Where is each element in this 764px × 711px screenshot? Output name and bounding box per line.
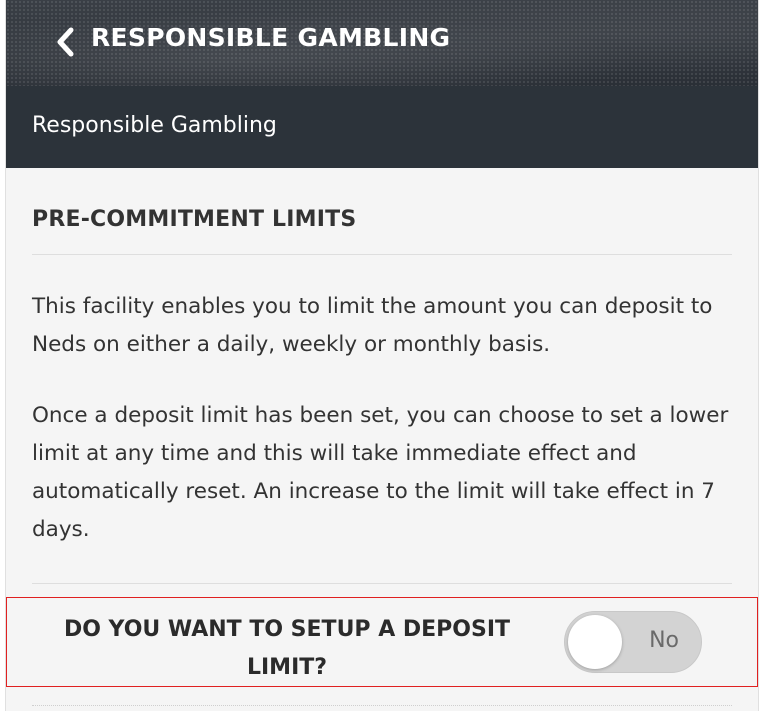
- description-paragraph-1: This facility enables you to limit the a…: [32, 294, 713, 357]
- divider: [32, 705, 732, 706]
- back-button[interactable]: [48, 24, 82, 60]
- section-header: Responsible Gambling: [6, 86, 758, 168]
- page-title: RESPONSIBLE GAMBLING: [91, 23, 451, 52]
- toggle-label: No: [649, 628, 679, 653]
- pre-commitment-title: PRE-COMMITMENT LIMITS: [32, 207, 357, 232]
- page-header: RESPONSIBLE GAMBLING: [6, 0, 758, 86]
- chevron-left-icon: [57, 27, 74, 57]
- deposit-limit-row: DO YOU WANT TO SETUP A DEPOSIT LIMIT? No: [6, 597, 758, 687]
- section-header-title: Responsible Gambling: [32, 113, 277, 138]
- description-paragraph-2: Once a deposit limit has been set, you c…: [32, 403, 729, 542]
- deposit-limit-question: DO YOU WANT TO SETUP A DEPOSIT LIMIT?: [63, 617, 511, 680]
- divider: [32, 254, 732, 255]
- page-frame: RESPONSIBLE GAMBLING Responsible Gamblin…: [5, 0, 759, 711]
- toggle-knob: [568, 615, 622, 669]
- deposit-limit-toggle[interactable]: No: [564, 611, 702, 673]
- divider: [32, 583, 732, 584]
